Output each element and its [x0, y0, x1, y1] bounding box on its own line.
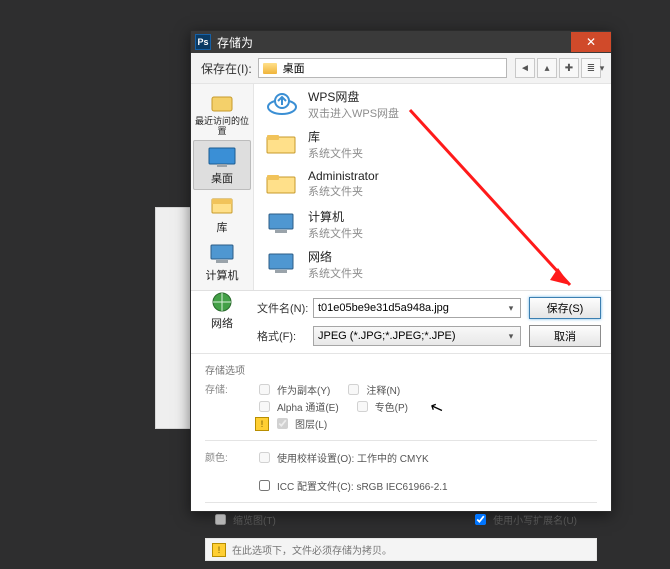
sidebar-item-label: 库 [217, 219, 228, 235]
computer-icon [205, 241, 239, 267]
format-label: 格式(F): [257, 328, 313, 344]
new-folder-icon[interactable]: ✚ [559, 58, 579, 78]
network-icon [205, 289, 239, 315]
warning-icon: ! [255, 417, 269, 431]
folder-icon [263, 63, 277, 74]
list-item[interactable]: Administrator 系统文件夹 [254, 164, 611, 204]
location-dropdown[interactable]: 桌面 ▾ [258, 58, 507, 78]
photoshop-icon: Ps [195, 34, 211, 50]
sidebar-item-libraries[interactable]: 库 [191, 190, 253, 238]
save-button[interactable]: 保存(S) [529, 297, 601, 319]
desktop-icon [205, 144, 239, 170]
checkbox-spot[interactable]: 专色(P) [353, 398, 408, 415]
item-subtitle: 系统文件夹 [308, 183, 379, 199]
filename-input[interactable]: t01e05be9e31d5a948a.jpg ▾ [313, 298, 521, 318]
close-button[interactable]: ✕ [571, 32, 611, 52]
sidebar-item-network[interactable]: 网络 [191, 286, 253, 334]
savein-label: 保存在(I): [201, 60, 252, 77]
folder-icon [262, 169, 302, 199]
list-item[interactable]: 网络 系统文件夹 [254, 244, 611, 284]
window-title: 存储为 [217, 34, 571, 51]
recent-icon [205, 91, 239, 117]
computer-icon [262, 209, 302, 239]
saveas-dialog: Ps 存储为 ✕ 保存在(I): 桌面 ▾ ◄ ▴ ✚ ≣ 最近访问的位置 [190, 30, 612, 512]
warning-bar: ! 在此选项下，文件必须存储为拷贝。 [205, 538, 597, 561]
cloud-icon [262, 89, 302, 119]
checkbox-notes[interactable]: 注释(N) [344, 381, 400, 398]
up-icon[interactable]: ▴ [537, 58, 557, 78]
item-title: 计算机 [308, 208, 363, 225]
options-store-label: 存储: [205, 381, 255, 432]
file-list[interactable]: WPS网盘 双击进入WPS网盘 库 系统文件夹 Administrator 系统… [254, 84, 611, 290]
item-subtitle: 双击进入WPS网盘 [308, 105, 399, 121]
item-subtitle: 系统文件夹 [308, 265, 363, 281]
folder-icon [262, 129, 302, 159]
item-title: WPS网盘 [308, 88, 399, 105]
format-dropdown[interactable]: JPEG (*.JPG;*.JPEG;*.JPE) ▾ [313, 326, 521, 346]
options-color-label: 颜色: [205, 449, 255, 494]
checkbox-lowercase-ext[interactable]: 使用小写扩展名(U) [471, 511, 577, 528]
warning-text: 在此选项下，文件必须存储为拷贝。 [232, 542, 392, 557]
item-title: 库 [308, 128, 363, 145]
chevron-down-icon: ▾ [595, 61, 609, 75]
filename-label: 文件名(N): [257, 300, 313, 316]
filename-value: t01e05be9e31d5a948a.jpg [318, 302, 449, 314]
sidebar-item-label: 桌面 [211, 170, 233, 186]
checkbox-icc[interactable]: ICC 配置文件(C): sRGB IEC61966-2.1 [255, 477, 448, 494]
location-toolbar: 保存在(I): 桌面 ▾ ◄ ▴ ✚ ≣ [191, 53, 611, 84]
item-title: 网络 [308, 248, 363, 265]
checkbox-thumbnail[interactable]: 缩览图(T) [211, 511, 276, 528]
warning-icon: ! [212, 543, 226, 557]
list-item[interactable]: 计算机 系统文件夹 [254, 204, 611, 244]
folder-icon [262, 284, 302, 290]
format-value: JPEG (*.JPG;*.JPEG;*.JPE) [318, 330, 456, 342]
item-subtitle: 系统文件夹 [308, 225, 363, 241]
sidebar-item-desktop[interactable]: 桌面 [193, 140, 251, 190]
sidebar-item-computer[interactable]: 计算机 [191, 238, 253, 286]
computer-icon [262, 249, 302, 279]
back-icon[interactable]: ◄ [515, 58, 535, 78]
libraries-icon [205, 193, 239, 219]
options-section-title: 存储选项 [205, 362, 597, 377]
sidebar-item-label: 网络 [211, 315, 233, 331]
item-title: Administrator [308, 169, 379, 183]
close-icon: ✕ [586, 35, 596, 49]
checkbox-layers[interactable]: 图层(L) [273, 415, 327, 432]
item-subtitle: 系统文件夹 [308, 145, 363, 161]
titlebar: Ps 存储为 ✕ [191, 31, 611, 53]
chevron-down-icon: ▾ [504, 329, 518, 343]
sidebar-item-label: 计算机 [206, 267, 239, 283]
list-item[interactable]: WPS网盘 双击进入WPS网盘 [254, 84, 611, 124]
sidebar-item-label: 最近访问的位置 [193, 117, 251, 137]
places-sidebar: 最近访问的位置 桌面 库 计算机 [191, 84, 254, 290]
checkbox-alpha[interactable]: Alpha 通道(E) [255, 398, 339, 415]
location-value: 桌面 [283, 60, 305, 76]
list-item[interactable]: 库 系统文件夹 [254, 124, 611, 164]
cancel-button[interactable]: 取消 [529, 325, 601, 347]
form-area: 文件名(N): t01e05be9e31d5a948a.jpg ▾ 保存(S) … [191, 290, 611, 347]
checkbox-proof[interactable]: 使用校样设置(O): 工作中的 CMYK [255, 449, 448, 466]
checkbox-as-copy[interactable]: 作为副本(Y) [255, 381, 330, 398]
save-options: 存储选项 存储: 作为副本(Y) 注释(N) Alpha 通道(E) 专色(P)… [191, 353, 611, 569]
chevron-down-icon: ▾ [504, 301, 518, 315]
list-item[interactable]: 软件 [254, 284, 611, 290]
sidebar-item-recent[interactable]: 最近访问的位置 [191, 88, 253, 140]
